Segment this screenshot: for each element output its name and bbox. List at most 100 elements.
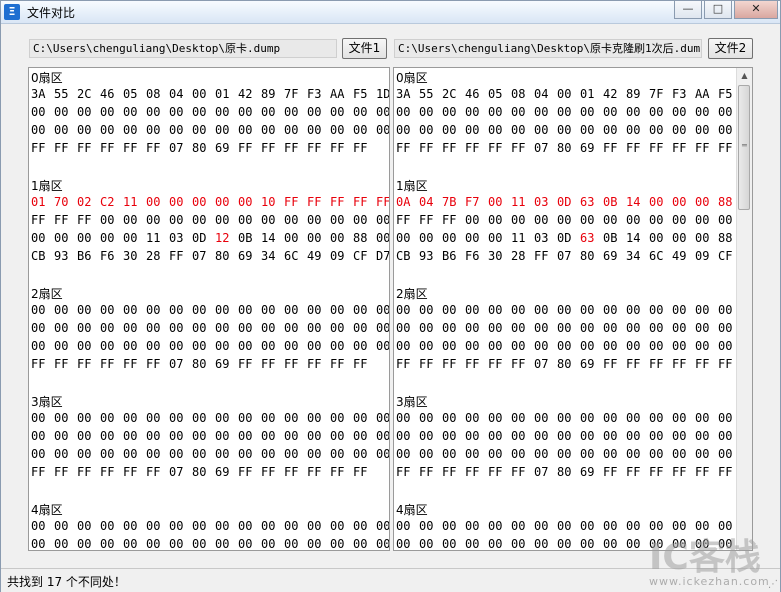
- hex-byte: 2C: [77, 87, 92, 101]
- hex-byte: AA: [695, 87, 710, 101]
- hex-byte: 00: [261, 303, 276, 317]
- hex-row: 3A 55 2C 46 05 08 04 00 01 42 89 7F F3 AA F5 1D: [31, 87, 390, 105]
- hex-byte: FF: [284, 357, 299, 371]
- file2-hex-panel[interactable]: 0扇区3A552C46050804000142897FF3AAF51D00000…: [393, 67, 753, 551]
- hex-byte: 04: [534, 87, 549, 101]
- file1-hex-panel[interactable]: 0扇区 3A 55 2C 46 05 08 04 00 01 42 89 7F F3 AA F5 1D 00 00 0…: [28, 67, 390, 551]
- hex-byte: 49: [672, 249, 687, 263]
- hex-row: 00000000000000000000000000000000: [31, 321, 389, 339]
- hex-byte: 00: [77, 321, 92, 335]
- hex-byte: 00: [649, 429, 664, 443]
- scroll-up-arrow-icon[interactable]: ▲: [737, 68, 752, 84]
- sector-gap: [396, 483, 752, 501]
- hex-byte: 00: [534, 213, 549, 227]
- hex-byte: 00: [100, 321, 115, 335]
- hex-byte: 00: [603, 429, 618, 443]
- hex-row: FFFFFF00000000000000000000000000: [396, 213, 752, 231]
- hex-byte: 02: [77, 195, 92, 209]
- hex-byte: 00: [192, 519, 207, 533]
- maximize-icon[interactable]: □: [704, 1, 732, 19]
- resize-grip-icon[interactable]: ⋰: [768, 579, 778, 590]
- hex-byte: FF: [396, 141, 411, 155]
- hex-byte: FF: [238, 357, 253, 371]
- close-icon[interactable]: ✕: [734, 1, 778, 19]
- hex-byte: 00: [330, 123, 345, 137]
- hex-byte: B6: [442, 249, 457, 263]
- hex-byte: 00: [626, 537, 641, 551]
- hex-byte: 00: [376, 429, 390, 443]
- hex-row: 00000000000000000000000000000000: [396, 105, 752, 123]
- hex-byte: 00: [557, 303, 572, 317]
- hex-byte: 00: [307, 213, 322, 227]
- status-bar: 共找到 17 个不同处！ ⋰: [1, 568, 780, 592]
- hex-byte: 00: [238, 537, 253, 551]
- hex-byte: 00: [307, 519, 322, 533]
- hex-byte: 00: [238, 195, 253, 209]
- hex-byte: 2C: [442, 87, 457, 101]
- hex-byte: 00: [330, 105, 345, 119]
- file1-button[interactable]: 文件1: [342, 38, 387, 59]
- hex-byte: FF: [54, 465, 69, 479]
- hex-byte: 00: [146, 519, 161, 533]
- hex-byte: 69: [603, 249, 618, 263]
- hex-byte: 00: [672, 537, 687, 551]
- hex-byte: 00: [488, 537, 503, 551]
- vertical-scrollbar[interactable]: ▲ ═: [736, 68, 752, 550]
- hex-byte: 00: [146, 339, 161, 353]
- file2-button[interactable]: 文件2: [708, 38, 753, 59]
- hex-byte: 00: [626, 123, 641, 137]
- hex-row: 00000000000000000000000000000000: [31, 411, 389, 429]
- hex-byte: 00: [511, 123, 526, 137]
- hex-byte: 00: [603, 213, 618, 227]
- hex-byte: 07: [192, 249, 207, 263]
- hex-byte: 00: [465, 321, 480, 335]
- minimize-icon[interactable]: —: [674, 1, 702, 19]
- hex-byte: 00: [169, 321, 184, 335]
- hex-byte: 08: [511, 87, 526, 101]
- hex-byte: F6: [465, 249, 480, 263]
- hex-byte: 00: [77, 339, 92, 353]
- hex-byte: 00: [54, 339, 69, 353]
- sector-label: 1扇区: [396, 179, 428, 193]
- hex-byte: 34: [261, 249, 276, 263]
- hex-byte: 00: [419, 537, 434, 551]
- hex-row: FF FF FF FF FF FF 07 80 69 FF FF FF FF FF FF: [31, 465, 389, 483]
- hex-byte: FF: [77, 213, 92, 227]
- hex-byte: 00: [169, 339, 184, 353]
- hex-byte: F5: [353, 87, 368, 101]
- hex-byte: 0B: [238, 231, 253, 245]
- title-bar[interactable]: Ξ 文件对比 — □ ✕: [1, 1, 780, 24]
- hex-byte: 00: [192, 411, 207, 425]
- hex-byte: 14: [261, 231, 276, 245]
- hex-byte: 00: [261, 411, 276, 425]
- hex-byte: 00: [353, 447, 368, 461]
- hex-byte: 00: [192, 213, 207, 227]
- hex-byte: 00: [123, 303, 138, 317]
- hex-byte: 00: [488, 339, 503, 353]
- file-compare-window: Ξ 文件对比 — □ ✕ C:\Users\chenguliang\Deskto…: [0, 0, 781, 592]
- hex-byte: 00: [603, 321, 618, 335]
- hex-byte: 3A: [31, 87, 46, 101]
- hex-byte: 1D: [376, 87, 390, 101]
- hex-byte: 00: [54, 231, 69, 245]
- file2-path-field[interactable]: C:\Users\chenguliang\Desktop\原卡克隆刷1次后.du…: [394, 39, 702, 58]
- hex-byte: 00: [123, 537, 138, 551]
- hex-byte: 00: [54, 321, 69, 335]
- hex-byte: 00: [261, 519, 276, 533]
- hex-byte: 00: [465, 231, 480, 245]
- hex-byte: 00: [626, 303, 641, 317]
- hex-byte: 07: [534, 465, 549, 479]
- hex-byte: 00: [419, 339, 434, 353]
- file1-hex-content: 0扇区 3A 55 2C 46 05 08 04 00 01 42 89 7F F3 AA F5 1D 00 00 0…: [31, 69, 390, 551]
- hex-byte: FF: [261, 141, 276, 155]
- hex-byte: 00: [534, 447, 549, 461]
- hex-byte: 00: [511, 303, 526, 317]
- hex-byte: FF: [511, 357, 526, 371]
- hex-byte: 00: [146, 411, 161, 425]
- hex-byte: 00: [419, 519, 434, 533]
- hex-row: 00000000000000000000000000000000: [31, 537, 389, 551]
- hex-row: 00000000000000000000000000000000: [396, 429, 752, 447]
- scrollbar-thumb[interactable]: ═: [738, 85, 750, 210]
- hex-byte: FF: [330, 195, 345, 209]
- file1-path-field[interactable]: C:\Users\chenguliang\Desktop\原卡.dump: [29, 39, 337, 58]
